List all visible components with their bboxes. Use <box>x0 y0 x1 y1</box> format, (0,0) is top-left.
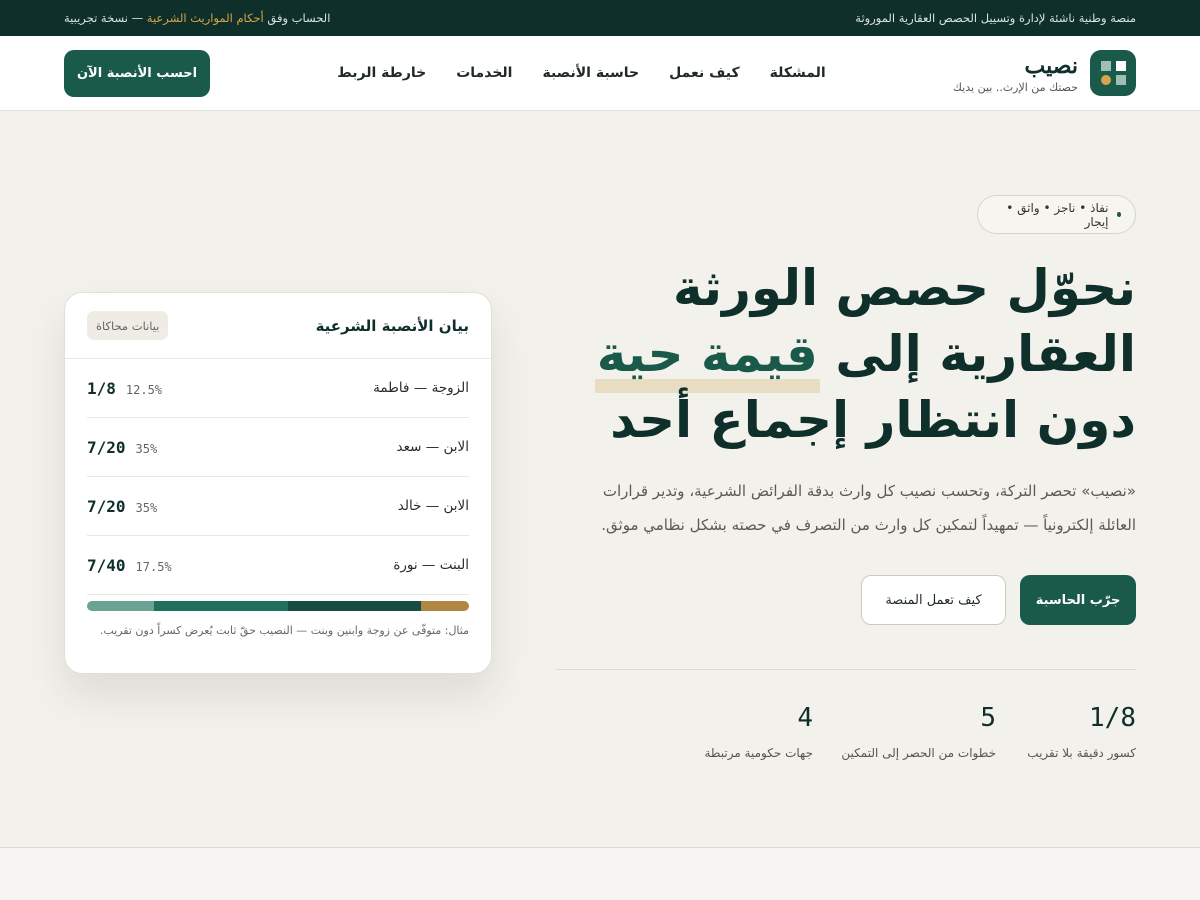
headline-line-3: دون انتظار إجماع أحد <box>610 391 1136 449</box>
stat-government-entities: 4 جهات حكومية مرتبطة <box>704 700 813 760</box>
share-segment <box>153 601 288 611</box>
share-percent: 35% <box>135 500 158 515</box>
stat-label: كسور دقيقة بلا تقريب <box>1027 746 1136 760</box>
shares-statement-card: بيان الأنصبة الشرعية بيانات محاكاة الزوج… <box>64 292 492 674</box>
nav-item-how-we-work[interactable]: كيف نعمل <box>669 65 739 81</box>
card-header: بيان الأنصبة الشرعية بيانات محاكاة <box>65 293 491 359</box>
brand-name: نصيب <box>1024 52 1078 79</box>
stat-value: 5 <box>980 703 996 733</box>
brand-tagline: حصتك من الإرث.. بين يديك <box>952 80 1078 94</box>
top-announcement-bar: منصة وطنية ناشئة لإدارة وتسييل الحصص الع… <box>0 0 1200 36</box>
share-percent: 12.5% <box>125 382 163 397</box>
shares-distribution-bar <box>87 601 469 611</box>
headline-line-1: نحوّل حصص الورثة <box>672 259 1136 317</box>
stat-label: جهات حكومية مرتبطة <box>704 746 813 760</box>
integrations-chip: نفاذ • ناجز • واثق • إيجار <box>977 195 1136 234</box>
share-fraction: 7/20 <box>87 437 126 457</box>
heir-name: الابن — سعد <box>396 439 469 455</box>
calculate-shares-button[interactable]: احسب الأنصبة الآن <box>64 49 210 97</box>
share-row: الزوجة — فاطمة 1/8 12.5% <box>87 359 469 418</box>
legal-notice-highlight: أحكام المواريث الشرعية <box>146 11 264 25</box>
stat-precise-fractions: 1/8 كسور دقيقة بلا تقريب <box>1027 700 1136 760</box>
headline-highlight: قيمة حية <box>594 321 821 393</box>
share-fraction: 7/40 <box>87 555 126 575</box>
headline-line-2: العقارية إلى <box>835 325 1136 383</box>
nav-item-calculator[interactable]: حاسبة الأنصبة <box>542 65 639 81</box>
simulated-data-badge: بيانات محاكاة <box>87 311 169 340</box>
site-header: نصيب حصتك من الإرث.. بين يديك المشكلة كي… <box>0 36 1200 111</box>
stat-value: 1/8 <box>1089 703 1136 733</box>
legal-notice: الحساب وفق أحكام المواريث الشرعية — نسخة… <box>64 11 330 25</box>
share-segment <box>421 601 469 611</box>
card-example-note: مثال: متوفّى عن زوجة وابنين وبنت — النصي… <box>99 624 469 637</box>
nav-item-services[interactable]: الخدمات <box>456 65 512 81</box>
announcement-text: منصة وطنية ناشئة لإدارة وتسييل الحصص الع… <box>855 11 1136 25</box>
heir-name: البنت — نورة <box>393 557 469 573</box>
main-nav: المشكلة كيف نعمل حاسبة الأنصبة الخدمات خ… <box>337 65 825 81</box>
heir-name: الزوجة — فاطمة <box>373 380 469 396</box>
share-fraction: 1/8 <box>87 378 116 398</box>
hero-headline: نحوّل حصص الورثة العقارية إلى قيمة حية د… <box>576 255 1136 453</box>
share-row: الابن — سعد 7/20 35% <box>87 418 469 477</box>
card-title: بيان الأنصبة الشرعية <box>315 316 469 335</box>
hero-description: «نصيب» تحصر التركة، وتحسب نصيب كل وارث ب… <box>601 482 1136 534</box>
stat-label: خطوات من الحصر إلى التمكين <box>841 746 996 760</box>
nav-item-problem[interactable]: المشكلة <box>770 65 826 81</box>
share-segment <box>287 601 422 611</box>
brand[interactable]: نصيب حصتك من الإرث.. بين يديك <box>953 50 1136 96</box>
stat-value: 4 <box>797 703 813 733</box>
stat-steps: 5 خطوات من الحصر إلى التمكين <box>841 700 996 760</box>
legal-notice-prefix: الحساب وفق <box>267 11 331 25</box>
chip-text: نفاذ • ناجز • واثق • إيجار <box>1006 200 1109 229</box>
share-fraction: 7/20 <box>87 496 126 516</box>
share-segment <box>87 601 154 611</box>
legal-notice-suffix: — نسخة تجريبية <box>64 11 144 25</box>
share-percent: 35% <box>135 441 158 456</box>
next-section <box>0 848 1200 900</box>
share-row: الابن — خالد 7/20 35% <box>87 477 469 536</box>
shares-list: الزوجة — فاطمة 1/8 12.5% الابن — سعد 7/2… <box>65 359 491 595</box>
try-calculator-button[interactable]: جرّب الحاسبة <box>1020 575 1136 625</box>
stats-divider <box>556 669 1136 670</box>
share-percent: 17.5% <box>135 559 172 574</box>
logo-icon <box>1090 50 1136 96</box>
share-row: البنت — نورة 7/40 17.5% <box>87 536 469 595</box>
how-it-works-button[interactable]: كيف تعمل المنصة <box>861 575 1006 625</box>
chip-dot-icon <box>1116 212 1121 217</box>
nav-item-integration-map[interactable]: خارطة الربط <box>337 65 426 81</box>
heir-name: الابن — خالد <box>397 498 469 514</box>
